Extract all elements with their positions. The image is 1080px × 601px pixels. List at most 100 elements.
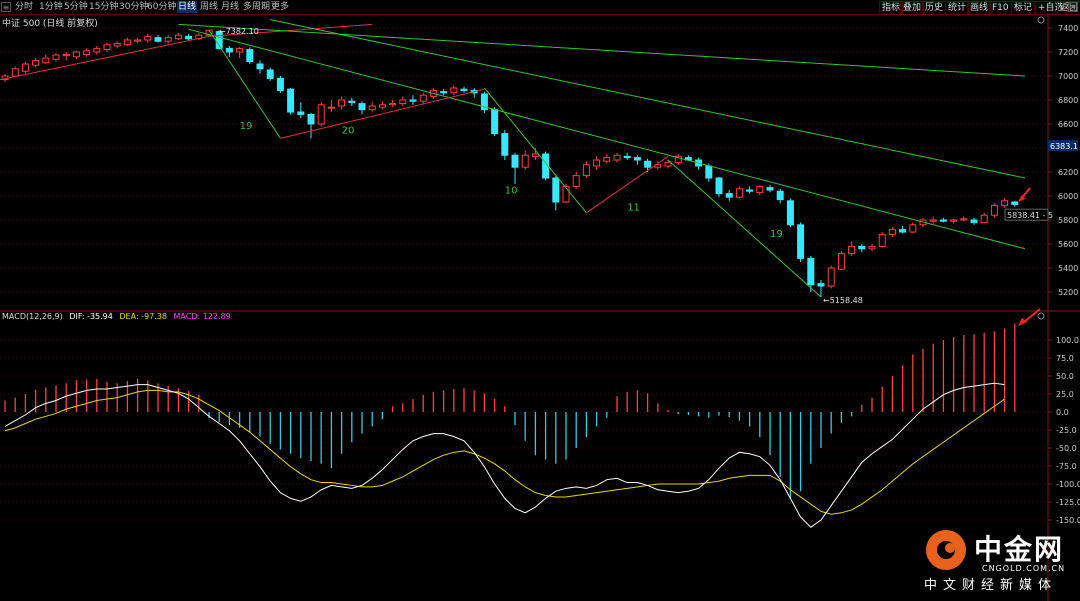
watermark-brand: 中金网	[974, 533, 1065, 566]
candle-body	[501, 133, 509, 156]
macd-value: MACD: 122.89	[173, 312, 231, 321]
candle-body	[593, 159, 601, 167]
candle-body	[746, 189, 754, 192]
candle-body	[848, 245, 856, 255]
macd-tick-label: 50.0	[1056, 372, 1074, 381]
candle-body	[266, 69, 274, 79]
wave-count-label: 10	[505, 186, 518, 197]
current-price-label: 5838.41 - 5	[1007, 211, 1053, 220]
candle-body	[103, 44, 111, 51]
price-tick-label: 5600	[1058, 240, 1078, 249]
candle-body	[633, 157, 641, 161]
candle-body	[939, 219, 947, 222]
macd-tick-label: -125.0	[1056, 498, 1080, 507]
candle-body	[929, 219, 937, 222]
candle-body	[797, 224, 805, 259]
candle-body	[11, 68, 19, 77]
price-tick-label: 5800	[1058, 216, 1078, 225]
candle-body	[531, 153, 539, 157]
macd-tick-label: 100.0	[1056, 336, 1079, 345]
candle-body	[837, 253, 845, 270]
candle-body	[327, 106, 335, 109]
price-tick-label: 7400	[1058, 24, 1078, 33]
macd-tick-label: -75.0	[1056, 462, 1077, 471]
macd-tick-label: -150.0	[1056, 516, 1080, 525]
settings-icon	[1037, 16, 1045, 24]
settings-icon	[1037, 312, 1045, 320]
macd-tick-label: 25.0	[1056, 390, 1074, 399]
candle-body	[378, 104, 386, 108]
candle-body	[725, 193, 733, 198]
candle-body	[236, 47, 244, 53]
candle-body	[664, 161, 672, 167]
price-tick-label: 5200	[1058, 288, 1078, 297]
candle-body	[878, 233, 886, 247]
candle-body	[134, 39, 142, 42]
dea-value: DEA: -97.38	[119, 312, 167, 321]
candle-body	[256, 63, 264, 70]
candle-body	[307, 113, 315, 125]
candle-body	[766, 187, 774, 191]
candle-body	[807, 257, 815, 286]
candle-body	[888, 229, 896, 235]
candle-body	[297, 111, 305, 115]
candle-body	[868, 245, 876, 250]
candle-body	[113, 43, 121, 47]
macd-tick-label: -50.0	[1056, 444, 1077, 453]
candle-body	[419, 94, 427, 102]
candle-body	[164, 37, 172, 42]
candle-body	[623, 155, 631, 159]
candle-body	[521, 154, 529, 168]
candle-body	[572, 175, 580, 187]
candle-body	[960, 218, 968, 221]
candle-body	[644, 160, 652, 168]
macd-tick-label: -25.0	[1056, 426, 1077, 435]
candle-body	[756, 185, 764, 193]
trendline	[270, 19, 1026, 179]
candle-body	[899, 229, 907, 233]
macd-tick-label: 75.0	[1056, 354, 1074, 363]
candle-body	[62, 53, 70, 57]
watermark-logo: 中金网 CNGOLD.COM.CN 中文财经新媒体	[920, 526, 1078, 598]
chart-canvas: 7400720070006800660064006200600058005600…	[0, 14, 1080, 601]
candle-body	[440, 91, 448, 94]
candle-body	[32, 59, 40, 66]
dif-line	[4, 382, 1005, 528]
price-tick-label: 6000	[1058, 192, 1078, 201]
candle-body	[460, 88, 468, 91]
high-price-label: ←7382.10	[219, 27, 259, 36]
candle-body	[603, 157, 611, 162]
candle-body	[389, 103, 397, 106]
candle-body	[552, 177, 560, 203]
candle-body	[980, 214, 988, 223]
candle-body	[970, 219, 978, 223]
candle-body	[52, 54, 60, 60]
macd-indicator-name: MACD(12,26,9)	[2, 312, 63, 321]
wave-count-label: 20	[342, 126, 355, 137]
candle-body	[246, 49, 254, 63]
candle-body	[185, 35, 193, 40]
candle-body	[123, 39, 131, 46]
candle-body	[338, 99, 346, 107]
candle-body	[72, 51, 80, 58]
candle-body	[1001, 200, 1009, 207]
candle-body	[409, 99, 417, 102]
macd-tick-label: 0.0	[1056, 408, 1069, 417]
macd-arrow-head	[1018, 318, 1027, 326]
candle-body	[450, 87, 458, 94]
candle-body	[42, 57, 50, 64]
candle-body	[990, 205, 998, 216]
macd-tick-label: -100.0	[1056, 480, 1080, 489]
price-tick-label: 7200	[1058, 48, 1078, 57]
candle-body	[93, 47, 101, 53]
candle-body	[776, 190, 784, 201]
low-price-label: ←5158.48	[823, 296, 863, 305]
candle-body	[613, 154, 621, 161]
candle-body	[287, 88, 295, 113]
candle-body	[909, 224, 917, 233]
candle-body	[317, 104, 325, 125]
candle-body	[735, 188, 743, 198]
candle-body	[1011, 201, 1019, 205]
candle-body	[705, 165, 713, 179]
candle-body	[827, 267, 835, 287]
